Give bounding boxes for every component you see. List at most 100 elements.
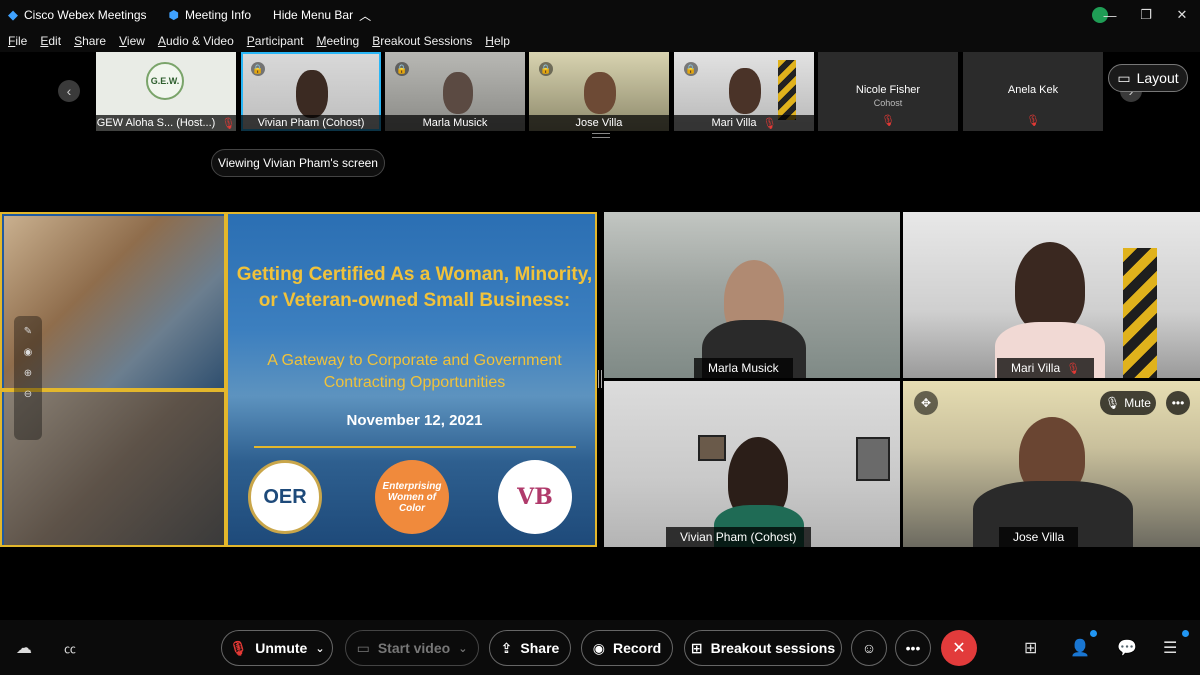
layout-icon: ▭ xyxy=(1117,69,1131,86)
filmstrip-tile-vivian[interactable]: 🔒 Vivian Pham (Cohost) xyxy=(241,52,381,131)
control-bar: ☁ ㏄ 🎙 Unmute ⌄ ▭ Start video ⌄ ⇪ Share ◉… xyxy=(0,620,1200,675)
app-name: Cisco Webex Meetings xyxy=(24,8,147,22)
video-tile-marla[interactable]: Marla Musick xyxy=(604,212,900,378)
window-controls: — ❐ ✕ xyxy=(1092,0,1200,30)
reactions-button[interactable]: ☺ xyxy=(851,630,887,666)
notification-dot xyxy=(1090,630,1097,637)
participant-video xyxy=(443,72,473,114)
enterprising-women-logo: Enterprising Women of Color xyxy=(375,460,449,534)
slide-subtitle: A Gateway to Corporate and Government Co… xyxy=(267,352,562,391)
unmute-button[interactable]: 🎙 Unmute ⌄ xyxy=(221,630,333,666)
menu-meeting[interactable]: Meeting xyxy=(317,34,360,48)
zoom-out-icon[interactable]: ⊖ xyxy=(14,389,42,400)
participant-name: Nicole Fisher xyxy=(855,84,921,96)
record-icon: ◉ xyxy=(592,639,605,656)
breakout-icon: ⊞ xyxy=(690,639,703,656)
more-panels-icon[interactable]: ☰ xyxy=(1163,638,1177,658)
filmstrip-resize-handle[interactable] xyxy=(592,133,610,138)
menu-edit[interactable]: Edit xyxy=(40,34,61,48)
mic-off-icon: 🎙 xyxy=(762,117,777,130)
menu-audio-video[interactable]: Audio & Video xyxy=(158,34,234,48)
menu-help[interactable]: Help xyxy=(485,34,510,48)
restore-icon[interactable]: ❐ xyxy=(1128,7,1164,23)
filmstrip-label: Mari Villa 🎙 xyxy=(674,115,814,131)
oer-logo: OER xyxy=(248,460,322,534)
network-icon[interactable]: ☁ xyxy=(16,638,32,658)
slide-rule xyxy=(254,446,576,448)
hide-menu-bar-button[interactable]: Hide Menu Bar ︿ xyxy=(273,7,371,24)
title-bar: ◆ Cisco Webex Meetings ⬢ Meeting Info Hi… xyxy=(0,0,1200,30)
split-resize-handle[interactable] xyxy=(598,370,602,388)
flag-decoration xyxy=(778,60,796,120)
leave-meeting-button[interactable]: ✕ xyxy=(941,630,977,666)
chat-icon[interactable]: 💬 xyxy=(1117,638,1137,658)
meeting-info-button[interactable]: ⬢ Meeting Info xyxy=(169,8,252,22)
share-button[interactable]: ⇪ Share xyxy=(489,630,571,666)
gew-logo: G.E.W. xyxy=(146,62,184,100)
participant-video xyxy=(584,72,616,114)
participants-icon[interactable]: 👤 xyxy=(1070,638,1090,658)
flag-decoration xyxy=(1123,248,1157,378)
more-options-button[interactable]: ••• xyxy=(895,630,931,666)
close-icon[interactable]: ✕ xyxy=(1164,7,1200,23)
filmstrip-tile-anela[interactable]: Anela Kek 🎙 xyxy=(963,52,1103,131)
participant-name: Anela Kek xyxy=(1007,84,1059,96)
mic-off-icon: 🎙 xyxy=(229,639,248,656)
webex-logo-icon: ◆ xyxy=(8,7,18,22)
mic-off-icon: 🎙 xyxy=(221,117,236,130)
menu-participant[interactable]: Participant xyxy=(247,34,304,48)
filmstrip-label: Marla Musick xyxy=(385,115,525,131)
lock-icon: 🔒 xyxy=(539,62,553,76)
filmstrip-tile-gew-host[interactable]: G.E.W. GEW Aloha S... (Host...) 🎙 xyxy=(96,52,236,131)
wall-picture xyxy=(856,437,890,481)
minimize-icon[interactable]: — xyxy=(1092,8,1128,23)
unpin-button[interactable]: ✥ xyxy=(914,391,938,415)
app-title: ◆ Cisco Webex Meetings xyxy=(8,7,147,23)
filmstrip-tile-nicole[interactable]: Nicole Fisher Cohost 🎙 xyxy=(818,52,958,131)
breakout-sessions-button[interactable]: ⊞ Breakout sessions xyxy=(684,630,842,666)
lock-icon: 🔒 xyxy=(395,62,409,76)
chevron-left-icon: ‹ xyxy=(66,83,72,99)
video-tile-vivian[interactable]: Vivian Pham (Cohost) xyxy=(604,381,900,547)
chevron-down-icon[interactable]: ⌄ xyxy=(458,642,467,655)
filmstrip-prev-button[interactable]: ‹ xyxy=(58,80,80,102)
menu-breakout-sessions[interactable]: Breakout Sessions xyxy=(372,34,472,48)
menu-bar: File Edit Share View Audio & Video Parti… xyxy=(0,30,1200,52)
filmstrip-tile-jose[interactable]: 🔒 Jose Villa xyxy=(529,52,669,131)
slide-title: Getting Certified As a Woman, Minority, … xyxy=(236,264,593,311)
shield-icon: ⬢ xyxy=(168,8,179,22)
filmstrip-label: Vivian Pham (Cohost) xyxy=(241,115,381,131)
viewing-screen-banner: Viewing Vivian Pham's screen xyxy=(211,149,385,177)
pointer-icon[interactable]: ◉ xyxy=(14,347,42,358)
mic-off-icon: 🎙 xyxy=(1066,362,1081,375)
tile-label: Marla Musick xyxy=(694,358,793,378)
filmstrip-label: Jose Villa xyxy=(529,115,669,131)
tile-more-button[interactable]: ••• xyxy=(1166,391,1190,415)
chevron-down-icon[interactable]: ⌄ xyxy=(315,642,324,655)
layout-button[interactable]: ▭ Layout xyxy=(1108,64,1188,92)
vb-logo: VB xyxy=(498,460,572,534)
video-off-icon: ▭ xyxy=(356,639,370,656)
zoom-in-icon[interactable]: ⊕ xyxy=(14,368,42,379)
filmstrip-tile-mari[interactable]: 🔒 Mari Villa 🎙 xyxy=(674,52,814,131)
menu-view[interactable]: View xyxy=(119,34,145,48)
start-video-button[interactable]: ▭ Start video ⌄ xyxy=(345,630,479,666)
smiley-icon: ☺ xyxy=(861,640,877,656)
video-tile-mari[interactable]: Mari Villa 🎙 xyxy=(903,212,1200,378)
menu-file[interactable]: File xyxy=(8,34,27,48)
record-button[interactable]: ◉ Record xyxy=(581,630,673,666)
mute-participant-button[interactable]: 🎙 Mute xyxy=(1100,391,1156,415)
more-icon: ••• xyxy=(1171,396,1185,410)
slide-date: November 12, 2021 xyxy=(346,412,483,429)
tile-label: Mari Villa 🎙 xyxy=(997,358,1095,378)
annotation-toolbar: ✎ ◉ ⊕ ⊖ xyxy=(14,316,42,440)
filmstrip-tile-marla[interactable]: 🔒 Marla Musick xyxy=(385,52,525,131)
shared-screen: Getting Certified As a Woman, Minority, … xyxy=(0,212,597,547)
wall-picture xyxy=(698,435,726,461)
annotate-icon[interactable]: ✎ xyxy=(14,326,42,337)
participant-video xyxy=(1015,242,1085,332)
lock-icon: 🔒 xyxy=(684,62,698,76)
apps-icon[interactable]: ⊞ xyxy=(1024,638,1037,658)
closed-captions-icon[interactable]: ㏄ xyxy=(64,640,76,657)
menu-share[interactable]: Share xyxy=(74,34,106,48)
